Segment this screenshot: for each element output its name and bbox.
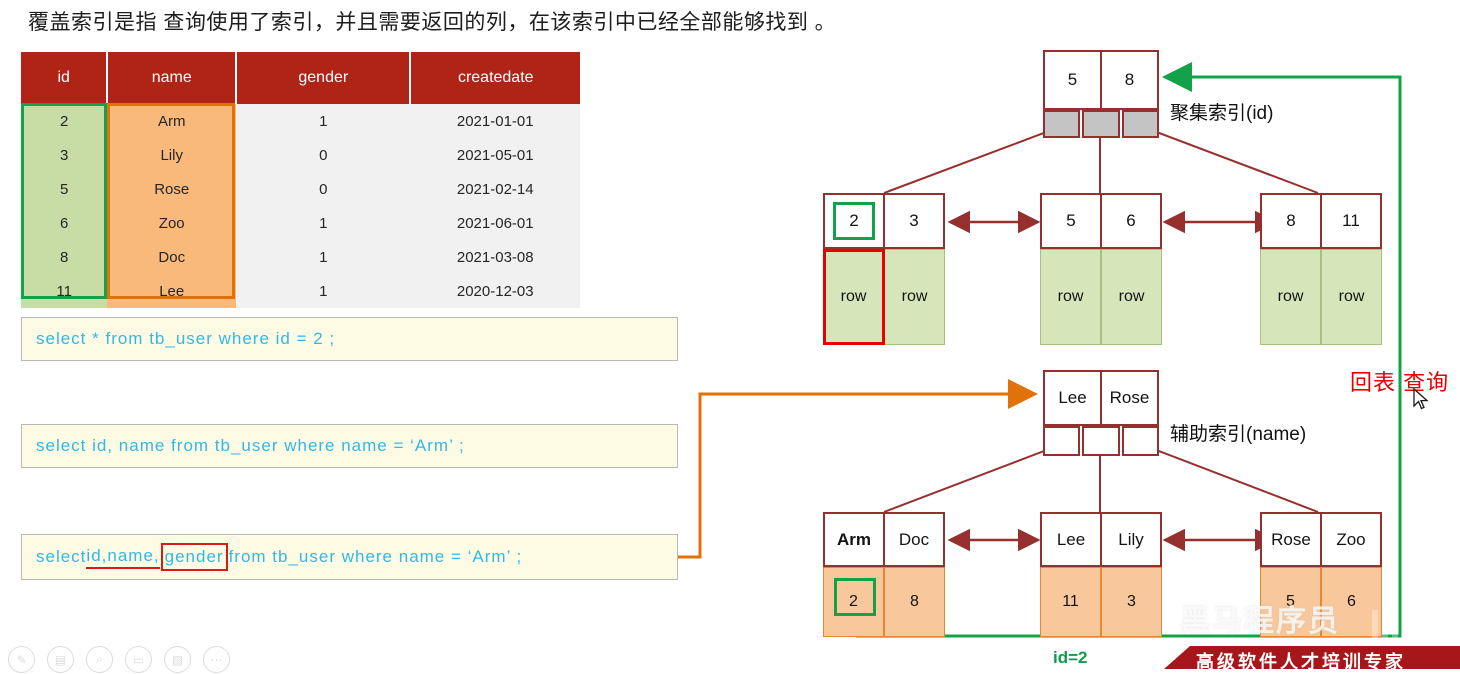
table-row: 8 Doc 1 2021-03-08	[21, 240, 580, 274]
column-header-id: id	[21, 52, 109, 104]
mouse-cursor	[1413, 387, 1429, 410]
bilibili-watermark-icon	[1372, 598, 1432, 640]
secondary-root-pointer-2	[1121, 426, 1159, 456]
cell-id: 6	[21, 206, 108, 240]
secondary-leaf-2-key-0: Rose	[1262, 514, 1322, 565]
cell-gender: 0	[236, 138, 411, 172]
cell-name: Lee	[107, 274, 237, 308]
column-header-gender: gender	[236, 52, 412, 104]
clustered-leaf-0-key-1: 3	[885, 195, 943, 247]
cell-gender: 0	[236, 172, 411, 206]
clustered-leaf-0-key-0: 2	[825, 195, 885, 247]
clustered-root-pointer-0	[1043, 110, 1081, 138]
clustered-leaf-2-row-1: row	[1321, 249, 1382, 345]
sql-statement-3[interactable]: select id,name, gender from tb_user where…	[21, 534, 678, 580]
table-row: 2 Arm 1 2021-01-01	[21, 104, 580, 138]
sql-text-2: select id, name from tb_user where name …	[36, 436, 465, 455]
cell-gender: 1	[236, 274, 411, 308]
table-row: 6 Zoo 1 2021-06-01	[21, 206, 580, 240]
cell-id: 5	[21, 172, 108, 206]
secondary-leaf-0-id-1: 8	[884, 567, 945, 637]
clustered-root-key-0: 5	[1045, 52, 1102, 108]
sql-text-3-after: from tb_user where name = ‘Arm’ ;	[228, 547, 523, 566]
sql-text-3-before: select	[36, 547, 87, 566]
cell-gender: 1	[236, 206, 411, 240]
clustered-leaf-1-key-1: 6	[1102, 195, 1160, 247]
lookup-annotation: 回表 查询	[1350, 370, 1450, 395]
secondary-leaf-1[interactable]: Lee Lily 11 3	[1040, 512, 1162, 637]
cell-name: Arm	[107, 104, 237, 138]
cell-createdate: 2021-05-01	[410, 138, 580, 172]
secondary-leaf-0-key-0: Arm	[825, 514, 885, 565]
cell-id: 11	[21, 274, 108, 308]
clustered-leaf-0-row-1: row	[884, 249, 945, 345]
sql-text-3-underlined: id,name,	[86, 546, 160, 569]
cell-createdate: 2020-12-03	[410, 274, 580, 308]
table-header-row: id name gender createdate	[21, 52, 580, 104]
secondary-leaf-1-id-1: 3	[1101, 567, 1162, 637]
clustered-leaf-2-key-0: 8	[1262, 195, 1322, 247]
column-header-createdate: createdate	[410, 52, 580, 104]
clustered-index-label: 聚集索引(id)	[1170, 103, 1274, 124]
secondary-leaf-0[interactable]: Arm Doc 2 8	[823, 512, 945, 637]
secondary-leaf-1-key-0: Lee	[1042, 514, 1102, 565]
cell-createdate: 2021-03-08	[410, 240, 580, 274]
clustered-leaf-2-row-0: row	[1260, 249, 1321, 345]
cell-name: Zoo	[107, 206, 237, 240]
cell-createdate: 2021-06-01	[410, 206, 580, 240]
cell-createdate: 2021-01-01	[410, 104, 580, 138]
sql-statement-2[interactable]: select id, name from tb_user where name …	[21, 424, 678, 468]
clustered-leaf-1-row-0: row	[1040, 249, 1101, 345]
clustered-leaf-0-row-0: row	[823, 249, 884, 345]
cell-id: 3	[21, 138, 108, 172]
cell-gender: 1	[236, 240, 411, 274]
clustered-root-node[interactable]: 5 8	[1043, 50, 1159, 138]
clustered-leaf-2-key-1: 11	[1322, 195, 1380, 247]
sql-text-1: select * from tb_user where id = 2 ;	[36, 329, 336, 348]
secondary-root-key-1: Rose	[1102, 372, 1157, 424]
table-row: 5 Rose 0 2021-02-14	[21, 172, 580, 206]
cell-createdate: 2021-02-14	[410, 172, 580, 206]
secondary-root-node[interactable]: Lee Rose	[1043, 370, 1159, 456]
cell-gender: 1	[236, 104, 411, 138]
clustered-root-pointer-2	[1121, 110, 1159, 138]
clustered-leaf-0[interactable]: 2 3 row row	[823, 193, 945, 345]
watermark-text: 黑马程序员	[1180, 605, 1340, 638]
secondary-leaf-2-key-1: Zoo	[1322, 514, 1380, 565]
cell-name: Doc	[107, 240, 237, 274]
clustered-leaf-1-row-1: row	[1101, 249, 1162, 345]
sql-statement-1[interactable]: select * from tb_user where id = 2 ;	[21, 317, 678, 361]
clustered-root-pointer-1	[1082, 110, 1120, 138]
sql-text-3-gender-highlight: gender	[160, 543, 228, 571]
secondary-leaf-1-id-0: 11	[1040, 567, 1101, 637]
clustered-leaf-1[interactable]: 5 6 row row	[1040, 193, 1162, 345]
secondary-leaf-1-key-1: Lily	[1102, 514, 1160, 565]
secondary-leaf-0-id-0: 2	[823, 567, 884, 637]
page-title: 覆盖索引是指 查询使用了索引，并且需要返回的列，在该索引中已经全部能够找到 。	[28, 11, 837, 34]
clustered-leaf-1-key-0: 5	[1042, 195, 1102, 247]
table-row: 3 Lily 0 2021-05-01	[21, 138, 580, 172]
column-header-name: name	[107, 52, 238, 104]
cell-name: Lily	[107, 138, 237, 172]
cell-name: Rose	[107, 172, 237, 206]
clustered-root-key-1: 8	[1102, 52, 1157, 108]
secondary-root-key-0: Lee	[1045, 372, 1102, 424]
cell-id: 8	[21, 240, 108, 274]
training-banner-text: 高级软件人才培训专家	[1196, 652, 1406, 672]
secondary-index-label: 辅助索引(name)	[1170, 424, 1307, 445]
secondary-root-pointer-0	[1043, 426, 1081, 456]
tb-user-table: id name gender createdate 2 Arm 1 2021-01-0…	[21, 52, 580, 308]
clustered-leaf-2[interactable]: 8 11 row row	[1260, 193, 1382, 345]
cell-id: 2	[21, 104, 108, 138]
secondary-root-pointer-1	[1082, 426, 1120, 456]
table-row: 11 Lee 1 2020-12-03	[21, 274, 580, 308]
secondary-leaf-0-key-1: Doc	[885, 514, 943, 565]
id-equals-annotation: id=2	[1053, 648, 1088, 667]
